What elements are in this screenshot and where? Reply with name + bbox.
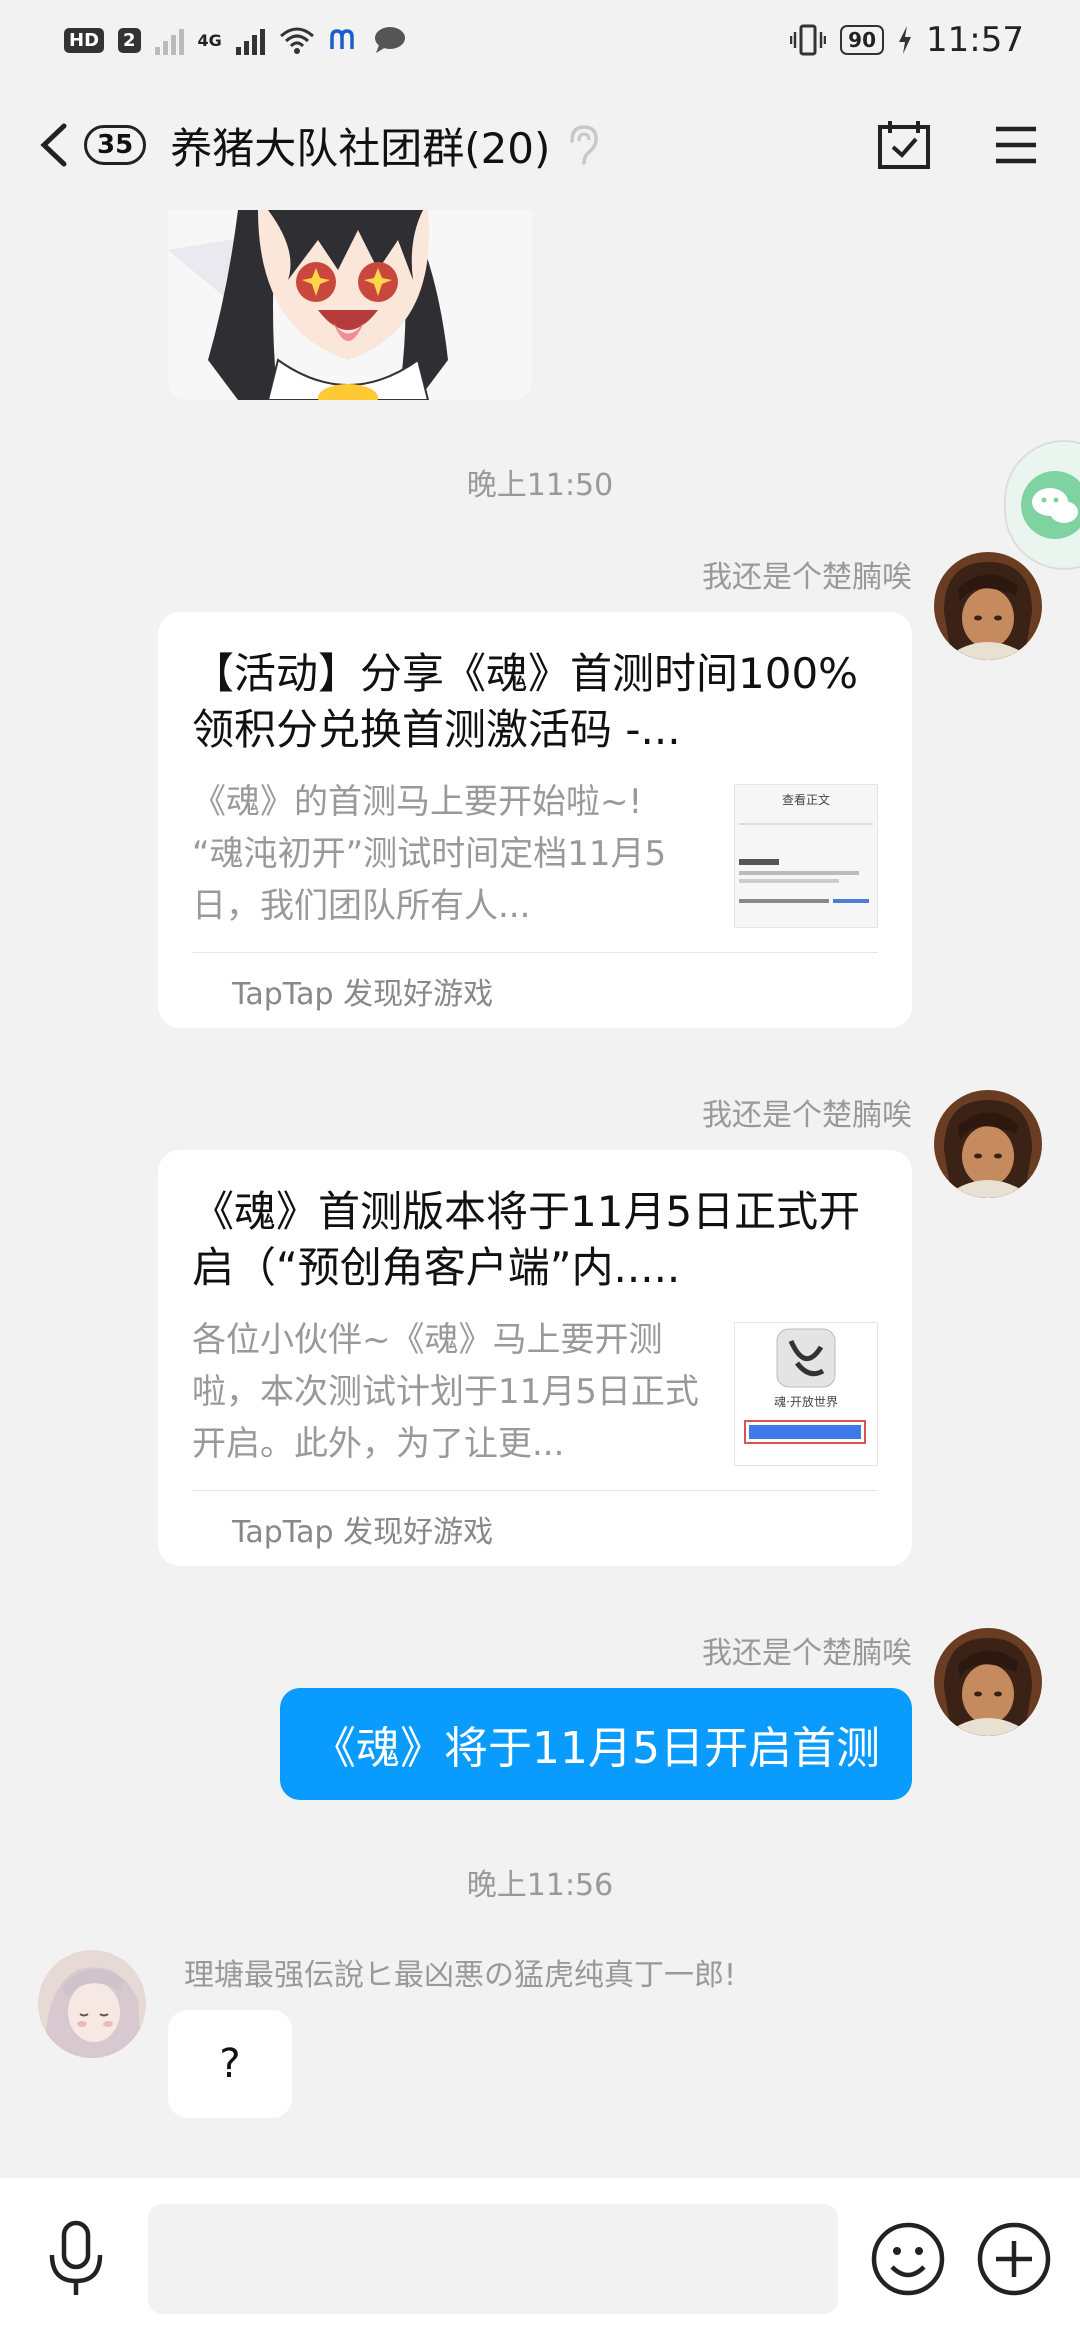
sim-badge: 2 <box>118 27 141 53</box>
unread-count-badge: 35 <box>84 125 147 165</box>
emoji-icon[interactable] <box>870 2221 946 2297</box>
signal-icon-2 <box>235 25 265 55</box>
link-card[interactable]: 【活动】分享《魂》首测时间100%领积分兑换首测激活码 -... 《魂》的首测马… <box>158 612 912 1028</box>
card-thumbnail: 魂·开放世界 <box>734 1322 878 1466</box>
thumbnail-caption: 查看正文 <box>781 793 830 807</box>
avatar[interactable] <box>934 1090 1042 1198</box>
card-title: 《魂》首测版本将于11月5日正式开启（“预创角客户端”内..... <box>192 1187 861 1292</box>
sticker-image[interactable] <box>168 210 532 400</box>
input-bar <box>0 2178 1080 2340</box>
card-description: 各位小伙伴~《魂》马上要开测啦，本次测试计划于11月5日正式开启。此外，为了让更… <box>192 1320 699 1464</box>
header-actions <box>876 117 1044 173</box>
card-body: 《魂》的首测马上要开始啦~! “魂沌初开”测试时间定档11月5日，我们团队所有人… <box>192 776 878 932</box>
message-bubble-incoming[interactable]: ? <box>168 2010 292 2118</box>
voice-button[interactable] <box>28 2211 124 2307</box>
charging-icon <box>899 26 912 54</box>
app-notification-icon <box>330 29 354 49</box>
message-bubble-outgoing[interactable]: 《魂》将于11月5日开启首测 <box>280 1688 912 1800</box>
battery-level: 90 <box>840 25 885 55</box>
back-button[interactable]: 35 <box>36 120 147 170</box>
thumbnail-caption: 魂·开放世界 <box>774 1395 838 1409</box>
wifi-icon <box>279 27 314 54</box>
network-type: 4G <box>197 30 222 50</box>
calendar-check-icon[interactable] <box>876 117 932 173</box>
sender-name: 我还是个楚腩唉 <box>702 560 912 595</box>
hd-badge: HD <box>64 27 105 53</box>
message-input[interactable] <box>148 2204 838 2314</box>
card-title: 【活动】分享《魂》首测时间100%领积分兑换首测激活码 -... <box>192 649 859 754</box>
card-source: TapTap 发现好游戏 <box>192 1490 878 1566</box>
sender-name: 理塘最强伝說ヒ最凶悪の猛虎纯真丁一郎! <box>184 1958 737 1993</box>
card-source: TapTap 发现好游戏 <box>192 952 878 1028</box>
status-left: HD 2 4G <box>64 25 407 55</box>
chevron-left-icon <box>40 123 67 167</box>
timestamp: 晚上11:56 <box>466 1868 614 1903</box>
chat-title[interactable]: 养猪大队社团群(20) <box>170 115 550 176</box>
card-body: 各位小伙伴~《魂》马上要开测啦，本次测试计划于11月5日正式开启。此外，为了让更… <box>192 1314 878 1470</box>
menu-icon[interactable] <box>988 117 1044 173</box>
status-bar: HD 2 4G 90 11:57 <box>0 0 1080 80</box>
card-description: 《魂》的首测马上要开始啦~! “魂沌初开”测试时间定档11月5日，我们团队所有人… <box>192 782 667 926</box>
signal-icon <box>154 25 184 55</box>
ear-icon[interactable] <box>564 123 604 167</box>
chat-header: 35 养猪大队社团群(20) <box>0 90 1080 200</box>
microphone-icon <box>49 2220 103 2295</box>
status-right: 90 11:57 <box>790 20 1024 60</box>
input-actions <box>870 2221 1052 2297</box>
timestamp: 晚上11:50 <box>466 468 614 503</box>
avatar[interactable] <box>934 552 1042 660</box>
plus-icon[interactable] <box>976 2221 1052 2297</box>
avatar[interactable] <box>934 1628 1042 1736</box>
clock: 11:57 <box>926 20 1024 60</box>
vibrate-icon <box>790 24 827 56</box>
sender-name: 我还是个楚腩唉 <box>702 1636 912 1671</box>
link-card[interactable]: 《魂》首测版本将于11月5日正式开启（“预创角客户端”内..... 各位小伙伴~… <box>158 1150 912 1566</box>
avatar[interactable] <box>38 1950 146 2058</box>
sender-name: 我还是个楚腩唉 <box>702 1098 912 1133</box>
card-thumbnail: 查看正文 <box>734 784 878 928</box>
message-notification-icon <box>374 27 405 53</box>
